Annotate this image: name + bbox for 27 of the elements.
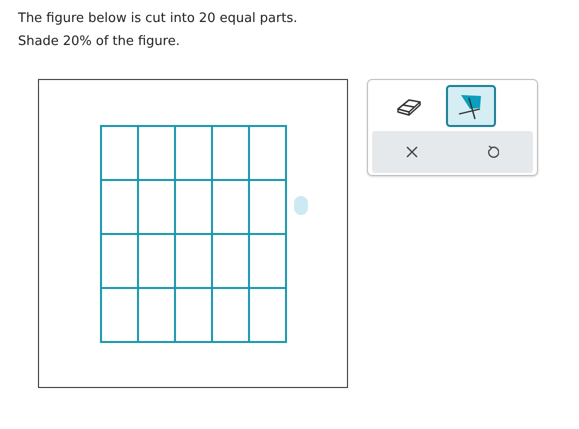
- grid-cell[interactable]: [176, 181, 213, 235]
- grid-cell[interactable]: [250, 127, 287, 181]
- grid-cell[interactable]: [176, 235, 213, 289]
- close-icon: [406, 146, 418, 158]
- undo-icon: [486, 145, 499, 159]
- grid-cell[interactable]: [250, 235, 287, 289]
- tool-button[interactable]: [446, 85, 496, 127]
- grid-cell[interactable]: [102, 181, 139, 235]
- grid-cell[interactable]: [213, 181, 250, 235]
- grid-cell[interactable]: [139, 235, 176, 289]
- grid-cell[interactable]: [102, 235, 139, 289]
- grid-cell[interactable]: [102, 289, 139, 343]
- grid-cell[interactable]: [250, 289, 287, 343]
- grid-cell[interactable]: [139, 181, 176, 235]
- handle[interactable]: [294, 196, 308, 215]
- grid-cell[interactable]: [250, 181, 287, 235]
- instruction-text: The figure below is cut into 20 equal parts.: [18, 10, 298, 28]
- instruction-text: Shade 20% of the figure.: [18, 33, 181, 51]
- grid-cell[interactable]: [139, 127, 176, 181]
- grid-cell[interactable]: [139, 289, 176, 343]
- grid-cell[interactable]: [213, 127, 250, 181]
- grid-cell[interactable]: [102, 127, 139, 181]
- grid-cell[interactable]: [213, 289, 250, 343]
- grid-cell[interactable]: [176, 289, 213, 343]
- drawing-canvas[interactable]: [38, 79, 348, 388]
- grid-cell[interactable]: [213, 235, 250, 289]
- grid-cell[interactable]: [176, 127, 213, 181]
